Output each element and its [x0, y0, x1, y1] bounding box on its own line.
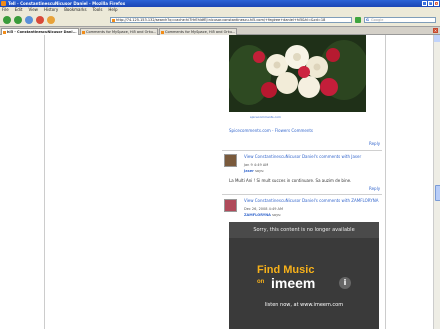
tab-icon [161, 30, 164, 34]
avatar[interactable] [224, 199, 237, 212]
reload-button[interactable] [25, 16, 33, 24]
unavailable-notice: Sorry, this content is no longer availab… [229, 222, 379, 238]
vertical-scrollbar[interactable] [433, 35, 440, 329]
firefox-icon [1, 1, 6, 6]
back-button[interactable] [3, 16, 11, 24]
roses-picture [229, 35, 366, 112]
go-button[interactable] [355, 17, 361, 23]
flowers-comments-link[interactable]: Spicecomments.com - Flowers Comments [229, 128, 313, 133]
comment-user[interactable]: ZAMFLORYNA says: [244, 213, 281, 217]
comment-username[interactable]: ZAMFLORYNA [244, 213, 271, 217]
google-icon: G [366, 18, 369, 22]
comment-username[interactable]: Jaser [244, 169, 254, 173]
reply-link[interactable]: Reply [369, 186, 380, 191]
url-text: http://74.125.153.132/search?q=cache:hi7… [116, 18, 326, 22]
site-icon [112, 19, 115, 22]
minimize-button[interactable]: _ [422, 1, 427, 6]
maximize-button[interactable]: □ [428, 1, 433, 6]
forward-button[interactable] [14, 16, 22, 24]
tab-label: Comments for MySpace, Hi5 and Orku... [165, 30, 236, 34]
info-icon: i [339, 277, 351, 289]
says-label: says: [272, 213, 282, 217]
tab-icon [82, 30, 85, 34]
reply-link[interactable]: Reply [369, 141, 380, 146]
stop-button[interactable] [36, 16, 44, 24]
tab-icon [3, 30, 6, 34]
flowers-image[interactable] [229, 35, 366, 112]
says-label: says: [255, 169, 265, 173]
navigation-toolbar: http://74.125.153.132/search?q=cache:hi7… [0, 13, 440, 27]
comment-text: La Multi Ani ! Si mult succes in continu… [229, 178, 352, 183]
url-field[interactable]: http://74.125.153.132/search?q=cache:hi7… [110, 17, 352, 23]
avatar[interactable] [224, 154, 237, 167]
scroll-up-arrow-icon[interactable] [434, 35, 440, 42]
window-title: Tell - ConstantinescuNicusor Daniel - Mo… [8, 1, 126, 6]
page-content: spicecomments.com Spicecomments.com - Fl… [0, 35, 433, 329]
comment-date: Dec 26, 2008 4:49 AM [244, 207, 283, 211]
search-input[interactable]: G Google [364, 17, 436, 23]
home-button[interactable] [47, 16, 55, 24]
close-tab-icon[interactable]: × [433, 28, 438, 33]
comment-user[interactable]: Jaser says: [244, 169, 264, 173]
comment-heading-link[interactable]: View ConstantinescuNicusor Daniel's comm… [244, 198, 378, 203]
left-border [44, 35, 45, 329]
window-titlebar: Tell - ConstantinescuNicusor Daniel - Mo… [0, 0, 440, 7]
comment-date: Jan 9 4:49 AM [244, 163, 269, 167]
comment-heading-link[interactable]: View ConstantinescuNicusor Daniel's comm… [244, 154, 361, 159]
tab-label: hi5 - ConstantinescuNicusor Dani... [7, 30, 77, 34]
divider [222, 150, 382, 151]
search-placeholder: Google [371, 18, 384, 22]
tab-comments-1[interactable]: Comments for MySpace, Hi5 and Orku... [80, 28, 158, 35]
scroll-thumb[interactable] [434, 185, 440, 201]
imeem-logo: imeem [271, 275, 316, 291]
tab-hi5[interactable]: hi5 - ConstantinescuNicusor Dani... [1, 28, 79, 35]
divider [222, 194, 382, 195]
close-button[interactable]: × [434, 1, 439, 6]
imeem-embed[interactable]: Sorry, this content is no longer availab… [229, 222, 379, 329]
tab-bar: hi5 - ConstantinescuNicusor Dani... Comm… [0, 27, 440, 35]
tab-label: Comments for MySpace, Hi5 and Orku... [86, 30, 157, 34]
on-text: on [257, 279, 265, 285]
right-border [385, 35, 386, 329]
photo-caption: spicecomments.com [250, 115, 281, 119]
listen-now-text: listen now, at www.imeem.com [264, 302, 344, 308]
tab-comments-2[interactable]: Comments for MySpace, Hi5 and Orku... [159, 28, 237, 35]
